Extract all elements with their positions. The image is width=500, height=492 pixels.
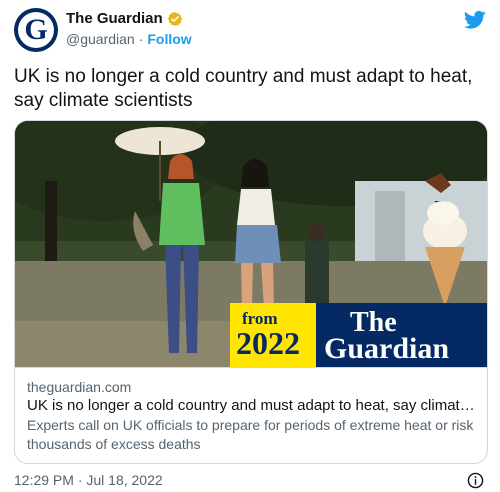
- handle-row: @guardian · Follow: [66, 31, 192, 47]
- link-preview-card[interactable]: from 2022 The Guardian theguardian.com U…: [14, 120, 488, 464]
- card-image[interactable]: from 2022 The Guardian: [15, 121, 487, 367]
- handle[interactable]: @guardian: [66, 31, 135, 47]
- card-body[interactable]: theguardian.com UK is no longer a cold c…: [15, 367, 487, 463]
- follow-button[interactable]: Follow: [147, 31, 191, 47]
- twitter-bird-icon[interactable]: [464, 10, 486, 30]
- info-icon[interactable]: [467, 472, 484, 489]
- tweet-text: UK is no longer a cold country and must …: [14, 66, 473, 111]
- avatar-logo-letter: G: [18, 12, 54, 48]
- tweet-footer: 12:29 PM · Jul 18, 2022: [14, 472, 486, 490]
- overlay-brand-line2: Guardian: [324, 332, 450, 365]
- avatar[interactable]: G: [14, 8, 58, 52]
- card-domain: theguardian.com: [27, 379, 132, 395]
- overlay-brand-logo: The Guardian: [316, 303, 487, 367]
- card-title: UK is no longer a cold country and must …: [27, 397, 475, 414]
- card-description: Experts call on UK officials to prepare …: [27, 417, 474, 452]
- timestamp[interactable]: 12:29 PM · Jul 18, 2022: [14, 472, 163, 488]
- name-row: The Guardian: [66, 10, 183, 27]
- tweet-header: G The Guardian @guardian · Follow: [14, 8, 486, 54]
- display-name[interactable]: The Guardian: [66, 10, 163, 27]
- overlay-year-badge: from 2022: [230, 303, 316, 367]
- overlay-year: 2022: [236, 325, 300, 361]
- verified-badge-icon: [167, 11, 182, 26]
- separator-dot: ·: [138, 31, 144, 47]
